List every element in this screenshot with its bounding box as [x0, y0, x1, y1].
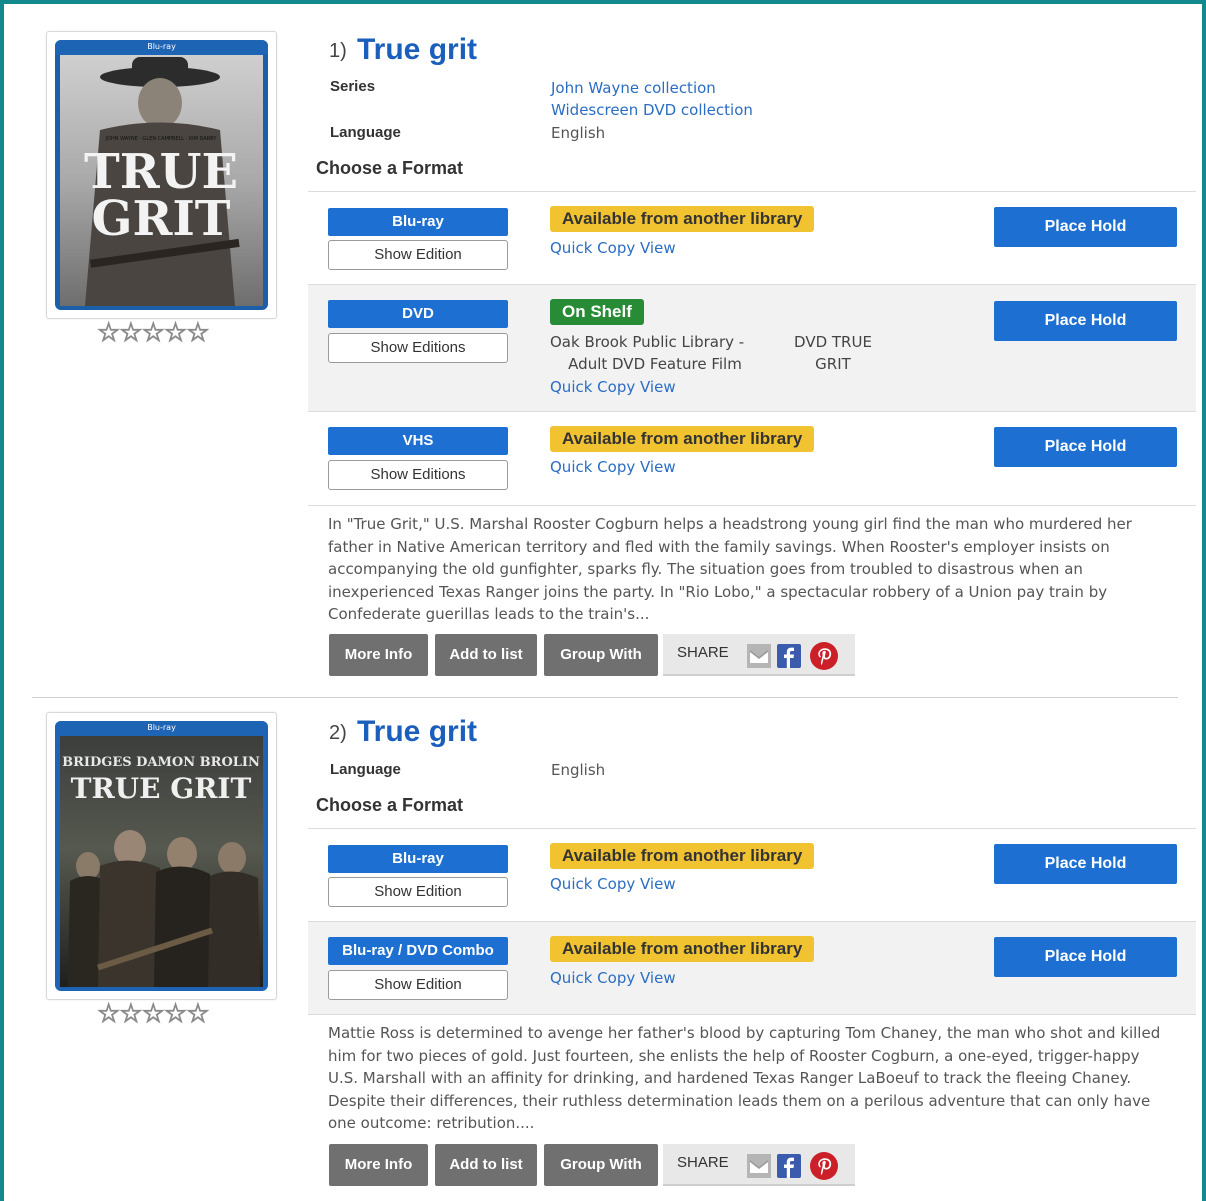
description-line: him for two pieces of gold. Just fourtee…	[328, 1046, 1140, 1065]
status-badge-available: Available from another library	[550, 843, 815, 869]
facebook-icon[interactable]	[777, 1154, 801, 1178]
cover-art: BRIDGES DAMON BROLIN TRUE GRIT	[60, 736, 263, 987]
description-line: accompanying the old gunfighter, sparks …	[328, 560, 1083, 578]
result-divider	[32, 697, 1178, 698]
blu-ray-logo: Blu-ray	[147, 42, 176, 51]
place-hold-button[interactable]: Place Hold	[994, 937, 1177, 977]
place-hold-button[interactable]: Place Hold	[994, 301, 1177, 341]
share-bar: SHARE	[663, 634, 855, 676]
format-button-vhs[interactable]: VHS	[328, 427, 508, 455]
call-number-line2: GRIT	[815, 355, 851, 373]
call-number: DVD TRUE GRIT	[788, 331, 878, 375]
description-line: In "True Grit," U.S. Marshal Rooster Cog…	[328, 515, 1132, 533]
result-number: 2)	[329, 722, 347, 744]
show-edition-button[interactable]: Show Edition	[328, 877, 508, 907]
cover-image[interactable]: Blu-ray BRIDGES DAMON BROLIN TRUE GRIT	[55, 721, 268, 991]
format-button-blu-ray[interactable]: Blu-ray	[328, 845, 508, 873]
description-line: Despite their differences, their ruthles…	[328, 1091, 1151, 1110]
show-editions-button[interactable]: Show Editions	[328, 460, 508, 490]
description-line: Confederate guerillas leads to the train…	[328, 605, 650, 623]
place-hold-button[interactable]: Place Hold	[994, 427, 1177, 467]
cover-credits: BRIDGES DAMON BROLIN	[62, 755, 260, 770]
result-number: 1)	[329, 40, 347, 62]
series-label: Series	[330, 78, 376, 95]
cover-image-frame[interactable]: Blu-ray BRIDGES DAMON BROLIN TRUE GRIT	[46, 712, 277, 1000]
place-hold-button[interactable]: Place Hold	[994, 844, 1177, 884]
quick-copy-view-link[interactable]: Quick Copy View	[550, 969, 676, 987]
language-value: English	[551, 124, 606, 142]
cover-art: TRUE GRIT JOHN WAYNE · GLEN CAMPBELL · K…	[60, 55, 263, 306]
cover-title-line2: GRIT	[91, 191, 230, 247]
description-line: Mattie Ross is determined to avenge her …	[328, 1024, 1161, 1042]
quick-copy-view-link[interactable]: Quick Copy View	[550, 239, 676, 257]
format-row-blu-ray: Blu-ray Show Edition Available from anot…	[308, 828, 1196, 922]
show-edition-button[interactable]: Show Edition	[328, 240, 508, 270]
language-label: Language	[330, 761, 401, 778]
show-editions-button[interactable]: Show Editions	[328, 333, 508, 363]
status-badge-available: Available from another library	[550, 206, 815, 232]
format-row-blu-ray: Blu-ray Show Edition Available from anot…	[308, 191, 1196, 285]
format-button-blu-ray-dvd-combo[interactable]: Blu-ray / DVD Combo	[328, 937, 508, 965]
email-icon[interactable]	[747, 1154, 771, 1178]
description-line: one outcome: retribution....	[328, 1114, 535, 1132]
format-row-dvd: DVD Show Editions On Shelf Oak Brook Pub…	[308, 284, 1196, 412]
add-to-list-button[interactable]: Add to list	[435, 634, 537, 676]
description-line: U.S. Marshall with an affinity for drink…	[328, 1069, 1132, 1087]
quick-copy-view-link[interactable]: Quick Copy View	[550, 875, 676, 893]
cover-credits: JOHN WAYNE · GLEN CAMPBELL · KIM DARBY	[105, 136, 218, 142]
quick-copy-view-link[interactable]: Quick Copy View	[550, 378, 676, 396]
quick-copy-view-link[interactable]: Quick Copy View	[550, 458, 676, 476]
description-line: inexperienced Texas Ranger joins the par…	[328, 582, 1108, 601]
call-number-line1: DVD TRUE	[794, 333, 872, 351]
more-info-button[interactable]: More Info	[329, 634, 428, 676]
rating-stars[interactable]: ☆☆☆☆☆	[97, 999, 211, 1030]
email-icon[interactable]	[747, 644, 771, 668]
blu-ray-logo: Blu-ray	[147, 723, 176, 732]
share-label: SHARE	[677, 1154, 729, 1171]
description-line: father in Native American territory and …	[328, 537, 1110, 556]
more-info-button[interactable]: More Info	[329, 1144, 428, 1186]
share-label: SHARE	[677, 644, 729, 661]
status-badge-available: Available from another library	[550, 426, 815, 452]
format-row-vhs: VHS Show Editions Available from another…	[308, 411, 1196, 506]
branch-location: Oak Brook Public Library - Adult DVD Fea…	[550, 331, 760, 375]
format-button-dvd[interactable]: DVD	[328, 300, 508, 328]
series-link-widescreen[interactable]: Widescreen DVD collection	[551, 101, 753, 119]
format-button-blu-ray[interactable]: Blu-ray	[328, 208, 508, 236]
result-title-link[interactable]: True grit	[357, 33, 477, 67]
series-link-john-wayne[interactable]: John Wayne collection	[551, 79, 716, 97]
description: In "True Grit," U.S. Marshal Rooster Cog…	[328, 513, 1183, 626]
status-badge-on-shelf: On Shelf	[550, 299, 644, 325]
add-to-list-button[interactable]: Add to list	[435, 1144, 537, 1186]
pinterest-icon[interactable]	[810, 642, 838, 670]
choose-format-heading: Choose a Format	[316, 795, 464, 815]
cover-image[interactable]: Blu-ray TRUE GRIT JOHN WAYNE · GLEN CAMP…	[55, 40, 268, 310]
group-with-button[interactable]: Group With	[544, 634, 658, 676]
place-hold-button[interactable]: Place Hold	[994, 207, 1177, 247]
rating-stars[interactable]: ☆☆☆☆☆	[97, 318, 211, 349]
branch-location-line2: Adult DVD Feature Film	[568, 355, 742, 373]
language-value: English	[551, 761, 606, 779]
show-edition-button[interactable]: Show Edition	[328, 970, 508, 1000]
cover-image-frame[interactable]: Blu-ray TRUE GRIT JOHN WAYNE · GLEN CAMP…	[46, 31, 277, 319]
status-badge-available: Available from another library	[550, 936, 815, 962]
result-title-link[interactable]: True grit	[357, 715, 477, 749]
facebook-icon[interactable]	[777, 644, 801, 668]
language-label: Language	[330, 124, 401, 141]
cover-title: TRUE GRIT	[71, 772, 252, 805]
group-with-button[interactable]: Group With	[544, 1144, 658, 1186]
format-row-blu-ray-dvd-combo: Blu-ray / DVD Combo Show Edition Availab…	[308, 921, 1196, 1015]
share-bar: SHARE	[663, 1144, 855, 1186]
branch-location-line1: Oak Brook Public Library -	[550, 333, 745, 351]
choose-format-heading: Choose a Format	[316, 158, 464, 178]
description: Mattie Ross is determined to avenge her …	[328, 1022, 1183, 1135]
pinterest-icon[interactable]	[810, 1152, 838, 1180]
